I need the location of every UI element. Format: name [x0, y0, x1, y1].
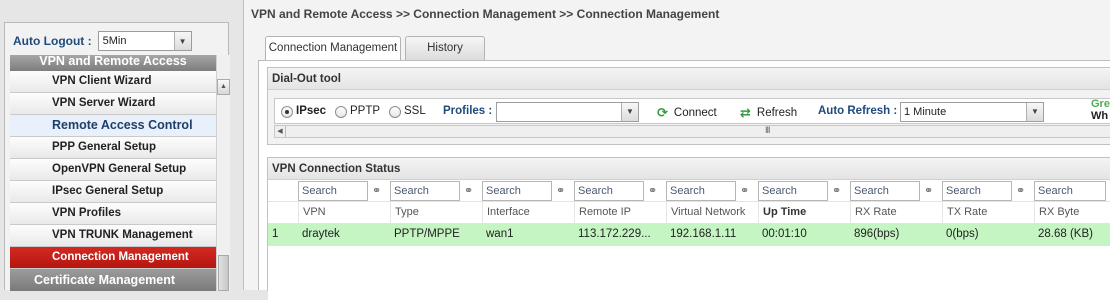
main-content: VPN and Remote Access >> Connection Mana…: [243, 0, 1110, 300]
auto-refresh-select[interactable]: 1 Minute ▼: [900, 102, 1044, 122]
connect-button[interactable]: ⟳ Connect: [657, 105, 717, 121]
column-header-tx-rate[interactable]: TX Rate: [942, 202, 1034, 224]
binoculars-icon[interactable]: ⚭: [924, 184, 933, 197]
search-input-tx-rate[interactable]: Search: [942, 181, 1012, 201]
sidebar: Auto Logout : 5Min ▼ VPN and Remote Acce…: [4, 22, 230, 291]
refresh-icon: ⇄: [740, 105, 751, 120]
binoculars-icon[interactable]: ⚭: [648, 184, 657, 197]
radio-ssl-label: SSL: [404, 105, 426, 117]
binoculars-icon[interactable]: ⚭: [1016, 184, 1025, 197]
tabs-area: Connection Management History Dial-Out t…: [258, 32, 1110, 300]
column-header-up-time[interactable]: Up Time: [758, 202, 850, 224]
search-input-type[interactable]: Search: [390, 181, 460, 201]
sidebar-item-ipsec-general-setup[interactable]: IPsec General Setup: [10, 181, 216, 203]
cell-type: PPTP/MPPE: [394, 228, 460, 240]
cell-remote-ip: 113.172.229...: [578, 228, 651, 240]
sidebar-section-header[interactable]: VPN and Remote Access: [10, 55, 216, 71]
sidebar-item-openvpn-general-setup[interactable]: OpenVPN General Setup: [10, 159, 216, 181]
sidebar-item-remote-access-control[interactable]: Remote Access Control: [10, 115, 216, 137]
scroll-up-arrow-icon[interactable]: ▲: [217, 79, 230, 95]
search-input-remote-ip[interactable]: Search: [574, 181, 644, 201]
radio-ssl[interactable]: [389, 106, 401, 118]
connect-icon: ⟳: [657, 105, 668, 120]
radio-ipsec-label: IPsec: [296, 105, 327, 117]
sidebar-menu: VPN and Remote Access VPN Client Wizard …: [10, 55, 216, 291]
column-header-rx-rate[interactable]: RX Rate: [850, 202, 942, 224]
column-header-type[interactable]: Type: [390, 202, 482, 224]
sidebar-item-certificate-management[interactable]: Certificate Management: [10, 269, 216, 291]
auto-logout: Auto Logout : 5Min ▼: [5, 29, 228, 53]
search-row: Search ⚭ Search ⚭ Search ⚭ Search ⚭ Sear…: [268, 180, 1110, 202]
row-number: 1: [272, 228, 279, 240]
dialout-toolbar: IPsec PPTP SSL Profiles : ▼ ⟳ Connect ⇄ …: [274, 98, 1110, 124]
search-input-virtual-network[interactable]: Search: [666, 181, 736, 201]
sidebar-item-vpn-client-wizard[interactable]: VPN Client Wizard: [10, 71, 216, 93]
chevron-down-icon[interactable]: ▼: [621, 103, 638, 121]
legend-white: Wh: [1091, 110, 1109, 122]
profiles-label: Profiles :: [443, 105, 493, 117]
binoculars-icon[interactable]: ⚭: [372, 184, 381, 197]
dialout-section: Dial-Out tool IPsec PPTP SSL Profiles : …: [267, 67, 1110, 145]
scroll-left-arrow-icon[interactable]: ◀: [275, 126, 286, 137]
connect-label: Connect: [673, 107, 717, 119]
search-input-interface[interactable]: Search: [482, 181, 552, 201]
sidebar-scrollbar[interactable]: ▲: [216, 55, 230, 291]
binoculars-icon[interactable]: ⚭: [832, 184, 841, 197]
search-input-up-time[interactable]: Search: [758, 181, 828, 201]
table-row[interactable]: 1 draytek PPTP/MPPE wan1 113.172.229... …: [268, 224, 1110, 246]
scroll-thumb[interactable]: [218, 255, 229, 291]
tab-connection-management[interactable]: Connection Management: [265, 36, 401, 61]
tab-history[interactable]: History: [405, 36, 485, 60]
sidebar-item-connection-management[interactable]: Connection Management: [10, 247, 216, 269]
legend-green: Gre: [1091, 98, 1110, 110]
column-header-rx-byte[interactable]: RX Byte: [1034, 202, 1110, 224]
search-input-vpn[interactable]: Search: [298, 181, 368, 201]
auto-logout-select[interactable]: 5Min ▼: [97, 31, 192, 51]
chevron-down-icon[interactable]: ▼: [173, 32, 191, 50]
column-header-remote-ip[interactable]: Remote IP: [574, 202, 666, 224]
cell-rx-rate: 896(bps): [854, 228, 900, 240]
profiles-select[interactable]: ▼: [496, 102, 639, 122]
binoculars-icon[interactable]: ⚭: [556, 184, 565, 197]
binoculars-icon[interactable]: ⚭: [464, 184, 473, 197]
column-header-interface[interactable]: Interface: [482, 202, 574, 224]
table-header: VPN Type Interface Remote IP Virtual Net…: [268, 202, 1110, 224]
column-header-virtual-network[interactable]: Virtual Network: [666, 202, 758, 224]
radio-ipsec[interactable]: [281, 106, 293, 118]
sidebar-item-vpn-profiles[interactable]: VPN Profiles: [10, 203, 216, 225]
binoculars-icon[interactable]: ⚭: [740, 184, 749, 197]
auto-logout-label: Auto Logout :: [13, 34, 92, 48]
status-table: Search ⚭ Search ⚭ Search ⚭ Search ⚭ Sear…: [268, 180, 1110, 300]
cell-rx-byte: 28.68 (KB): [1038, 228, 1093, 240]
status-title: VPN Connection Status: [268, 158, 1110, 180]
status-section: VPN Connection Status Search ⚭ Search ⚭ …: [267, 157, 1110, 300]
tab-panel: Dial-Out tool IPsec PPTP SSL Profiles : …: [258, 60, 1110, 300]
search-input-rx-byte[interactable]: Search: [1034, 181, 1106, 201]
cell-up-time: 00:01:10: [762, 228, 807, 240]
auto-refresh-value: 1 Minute: [904, 106, 947, 118]
cell-vpn: draytek: [302, 228, 340, 240]
breadcrumb: VPN and Remote Access >> Connection Mana…: [251, 7, 720, 21]
cell-interface: wan1: [486, 228, 514, 240]
radio-pptp[interactable]: [335, 106, 347, 118]
radio-pptp-label: PPTP: [350, 105, 381, 117]
sidebar-item-vpn-server-wizard[interactable]: VPN Server Wizard: [10, 93, 216, 115]
cell-tx-rate: 0(bps): [946, 228, 979, 240]
auto-logout-value: 5Min: [102, 35, 127, 47]
dialout-hscroll[interactable]: ◀ III: [274, 125, 1110, 138]
chevron-down-icon[interactable]: ▼: [1026, 103, 1043, 121]
column-header-vpn[interactable]: VPN: [298, 202, 390, 224]
search-input-rx-rate[interactable]: Search: [850, 181, 920, 201]
sidebar-item-ppp-general-setup[interactable]: PPP General Setup: [10, 137, 216, 159]
sidebar-item-vpn-trunk-management[interactable]: VPN TRUNK Management: [10, 225, 216, 247]
dialout-title: Dial-Out tool: [268, 68, 1110, 90]
auto-refresh-label: Auto Refresh :: [818, 105, 898, 117]
refresh-button[interactable]: ⇄ Refresh: [740, 105, 797, 121]
cell-virtual-network: 192.168.1.11: [670, 228, 737, 240]
scroll-grip[interactable]: III: [765, 125, 770, 135]
refresh-label: Refresh: [756, 107, 798, 119]
